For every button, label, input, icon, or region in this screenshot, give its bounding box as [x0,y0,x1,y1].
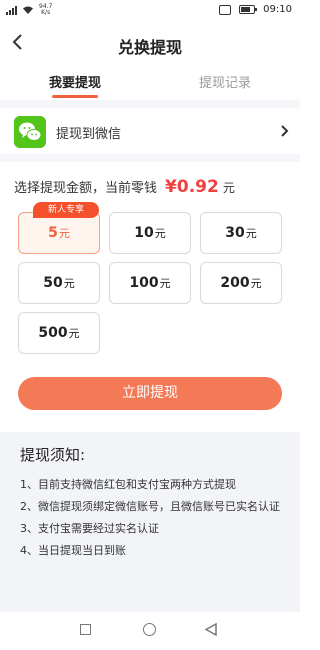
amount-option-10[interactable]: 10元 [109,212,191,254]
section-divider [0,100,300,108]
payout-method-label: 提现到微信 [56,127,122,142]
amount-label: 选择提现金额，当前零钱 [14,181,158,196]
chevron-right-icon [281,125,289,137]
balance-unit: 元 [222,181,235,195]
page-title: 兑换提现 [117,38,182,57]
note-item: 2、微信提现须绑定微信账号，且微信账号已实名认证 [20,500,280,513]
home-icon[interactable] [143,623,156,636]
payout-method-row[interactable]: 提现到微信 [0,108,300,154]
header: 兑换提现 [0,22,300,66]
amount-option-5[interactable]: 5元 [18,212,100,254]
amount-option-30[interactable]: 30元 [200,212,282,254]
note-item: 4、当日提现当日到账 [20,544,126,557]
amount-option-500[interactable]: 500元 [18,312,100,354]
signal-icon [6,5,17,15]
tab-withdraw-records[interactable]: 提现记录 [150,72,300,91]
withdraw-notes: 提现须知: 1、目前支持微信红包和支付宝两种方式提现 2、微信提现须绑定微信账号… [0,432,300,612]
amount-option-200[interactable]: 200元 [200,262,282,304]
network-speed: 94.7 K/s [39,3,53,16]
note-item: 1、目前支持微信红包和支付宝两种方式提现 [20,478,236,491]
withdraw-now-button[interactable]: 立即提现 [18,377,282,410]
section-divider [0,154,300,162]
back-triangle-icon[interactable] [205,623,217,636]
note-item: 3、支付宝需要经过实名认证 [20,522,159,535]
system-nav-bar [0,612,300,650]
amount-option-50[interactable]: 50元 [18,262,100,304]
status-right: 09:10 [219,4,292,15]
new-user-badge: 新人专享 [33,202,99,218]
status-bar: 94.7 K/s 09:10 [0,0,300,22]
balance-row: 选择提现金额，当前零钱 ¥0.92 元 [14,177,235,197]
tab-bar: 我要提现 提现记录 [0,66,300,100]
tab-withdraw[interactable]: 我要提现 [0,72,150,91]
clock: 09:10 [263,4,292,15]
wifi-icon [23,6,33,14]
notes-title: 提现须知: [20,446,86,464]
balance-value: ¥0.92 [165,177,219,197]
tab-indicator [52,95,98,98]
vibrate-icon [219,4,232,15]
recent-apps-icon[interactable] [80,624,91,635]
amount-option-100[interactable]: 100元 [109,262,191,304]
wechat-icon [14,116,46,148]
battery-icon [239,5,258,14]
status-left: 94.7 K/s [6,4,52,16]
